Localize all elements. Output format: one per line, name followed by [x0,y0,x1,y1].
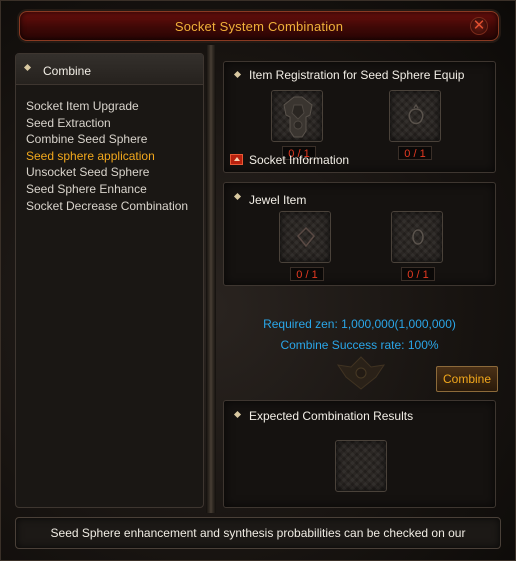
jewel-placeholder-icon [412,229,424,245]
close-button[interactable]: ✕ [470,17,488,35]
seed-sphere-slot[interactable] [389,90,441,142]
menu-header: Combine [16,54,203,85]
diamond-bullet-icon [233,70,242,79]
diamond-bullet-icon [233,410,242,419]
jewel-placeholder-icon [296,226,316,248]
required-zen-text: Required zen: 1,000,000(1,000,000) [263,317,456,331]
seed-sphere-slot-count: 0 / 1 [398,146,432,160]
item-registration-section: Item Registration for Seed Sphere Equip … [223,61,496,173]
item-registration-title: Item Registration for Seed Sphere Equip [249,68,465,82]
menu-list: Socket Item Upgrade Seed Extraction Comb… [26,98,188,214]
success-rate-text: Combine Success rate: 100% [280,338,439,352]
seed-sphere-placeholder-icon [408,103,424,125]
window-title: Socket System Combination [174,19,344,34]
menu-item-seed-sphere-enhance[interactable]: Seed Sphere Enhance [26,181,188,198]
expected-results-title: Expected Combination Results [249,409,414,423]
jewel-item-title: Jewel Item [249,193,307,207]
jewel-item-section: Jewel Item 0 / 1 0 / 1 [223,182,496,286]
menu-header-label: Combine [43,64,92,78]
combination-menu-panel: Combine Socket Item Upgrade Seed Extract… [15,53,204,508]
armor-silhouette-icon [283,96,313,138]
jewel-slot-2-count: 0 / 1 [401,267,435,281]
socket-info-toggle-button[interactable] [230,154,243,165]
jewel-slot-2[interactable] [391,211,443,263]
title-bar[interactable]: Socket System Combination ✕ [19,11,499,41]
menu-item-socket-decrease-combination[interactable]: Socket Decrease Combination [26,198,188,215]
combine-button[interactable]: Combine [436,366,498,392]
panel-divider [206,45,216,513]
jewel-slot-1[interactable] [279,211,331,263]
jewel-slot-1-count: 0 / 1 [290,267,324,281]
footer-notice: Seed Sphere enhancement and synthesis pr… [15,517,501,549]
socket-info-label: Socket Information [249,153,350,167]
menu-item-unsocket-seed-sphere[interactable]: Unsocket Seed Sphere [26,164,188,181]
diamond-bullet-icon [23,63,32,72]
socket-combination-window: Socket System Combination ✕ Combine Sock… [0,0,516,561]
diamond-bullet-icon [233,192,242,201]
footer-notice-text: Seed Sphere enhancement and synthesis pr… [50,526,466,540]
menu-item-seed-extraction[interactable]: Seed Extraction [26,115,188,132]
equipment-item-slot[interactable] [271,90,323,142]
menu-item-socket-item-upgrade[interactable]: Socket Item Upgrade [26,98,188,115]
close-icon: ✕ [472,17,486,34]
result-item-slot [335,440,387,492]
menu-item-combine-seed-sphere[interactable]: Combine Seed Sphere [26,131,188,148]
menu-item-seed-sphere-application[interactable]: Seed sphere application [26,148,188,165]
decorative-emblem-icon [336,356,386,390]
expected-results-section: Expected Combination Results [223,400,496,508]
